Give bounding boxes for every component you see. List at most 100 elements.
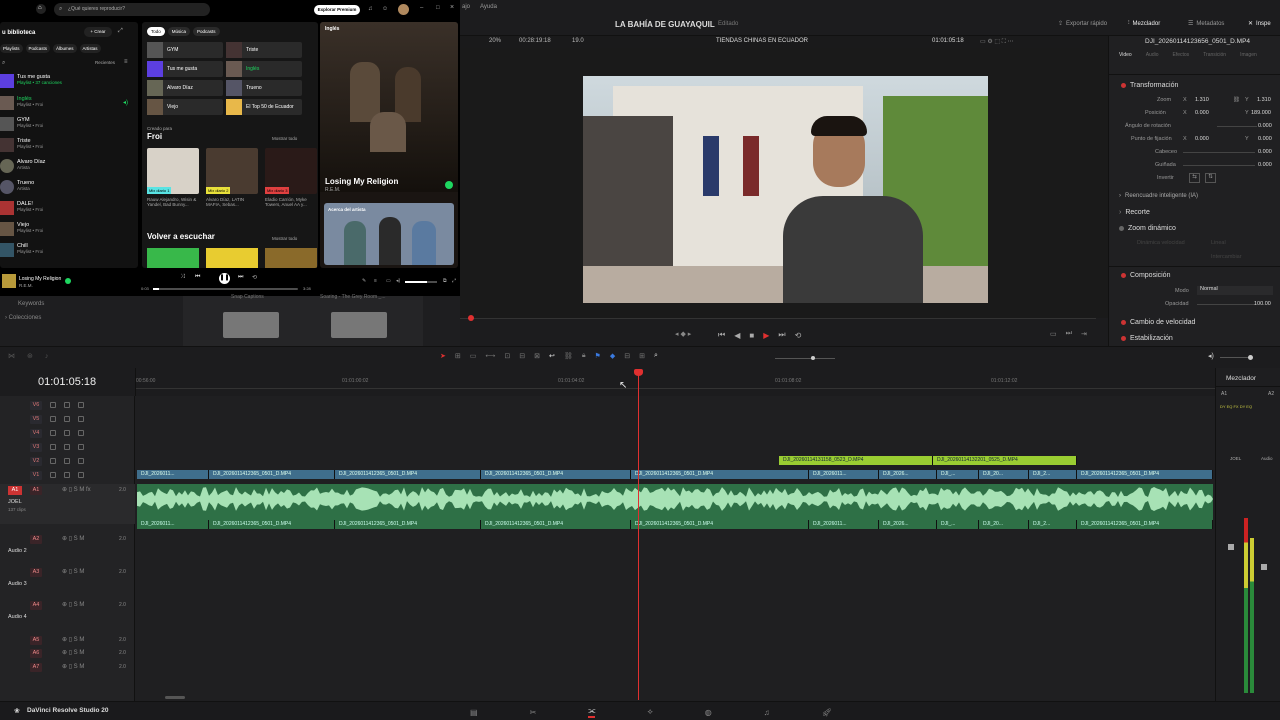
section-transform[interactable]: Transformación (1121, 82, 1178, 89)
eye-icon[interactable] (78, 472, 84, 478)
library-item-chill[interactable]: Chill Playlist • Froi (0, 243, 43, 257)
zoom-level[interactable]: 20% (489, 38, 501, 44)
page-fairlight-icon[interactable]: ♫ (764, 708, 770, 717)
player-artist[interactable]: R.E.M. (19, 283, 33, 288)
explore-premium-button[interactable]: Explorar Premium (314, 5, 360, 15)
timeline-clip-v1[interactable]: DJI_2026011412365_0501_D.MP4 (1077, 470, 1213, 479)
listen-again-card-2[interactable] (206, 248, 258, 268)
recents-sort[interactable]: Recientes (95, 60, 115, 65)
fullscreen-icon[interactable]: ⤢ (452, 278, 456, 284)
track-header-v3[interactable]: V3 (0, 441, 135, 455)
select-tool-icon[interactable]: ➤ (440, 352, 446, 360)
page-color-icon[interactable]: ◍ (705, 708, 712, 717)
audio-clip-a1[interactable] (137, 484, 1213, 520)
chip-podcasts[interactable]: Podcasts (25, 44, 51, 53)
enable-dot-icon[interactable] (1121, 83, 1126, 88)
miniplayer-icon[interactable]: ⧉ (443, 278, 447, 284)
tile-trueno[interactable]: Trueno (226, 80, 302, 96)
track-header-v6[interactable]: V6 (0, 399, 135, 413)
pitch-value[interactable]: 0.000 (1258, 149, 1272, 155)
speaker-icon[interactable]: ◂) (1208, 352, 1214, 360)
timeline-timecode[interactable]: 01:01:05:18 (38, 376, 96, 388)
track-controls-icon[interactable]: ⊕ ▯ S M (62, 568, 84, 575)
page-cut-icon[interactable]: ✂ (530, 708, 537, 717)
overwrite-icon[interactable]: ⊟ (519, 352, 525, 360)
audio-clip-label[interactable]: DJI_2026011... (137, 520, 209, 529)
section-composite[interactable]: Composición (1121, 272, 1170, 279)
audio-clip-label[interactable]: DJI_2026011412365_0501_D.MP4 (631, 520, 809, 529)
chip-albums[interactable]: Álbumes (53, 44, 77, 53)
dyn-ease-value[interactable]: Lineal (1211, 240, 1226, 246)
track-controls-icon[interactable]: ⊕ ▯ S M (62, 636, 84, 643)
lock-icon[interactable] (50, 430, 56, 436)
np-artist[interactable]: R.E.M. (325, 187, 340, 193)
go-to-end-icon[interactable]: ⏭ (778, 330, 785, 340)
source-patch-a1[interactable]: A1 (8, 486, 22, 495)
section-smart-reframe[interactable]: › Reencuadre inteligente (IA) (1119, 193, 1198, 199)
player-saved-icon[interactable] (65, 278, 71, 284)
about-artist-card[interactable]: Acerca del artista (324, 203, 454, 265)
next-clip-icon[interactable]: ⏭ (1066, 330, 1072, 338)
auto-select-icon[interactable] (64, 402, 70, 408)
replace-icon[interactable]: ⊠ (534, 352, 540, 360)
jog-icon[interactable]: ◂ ◆ ▸ (675, 330, 691, 338)
search-library-icon[interactable]: ⌕ (2, 60, 5, 67)
dynamic-trim-icon[interactable]: ⟷ (485, 352, 495, 360)
previous-icon[interactable]: ⏮ (195, 274, 200, 281)
track-header-a4[interactable]: A4 ⊕ ▯ S M 2.0 Audio 4 (0, 599, 135, 629)
create-button[interactable]: + Crear (84, 27, 112, 37)
timeline-playhead[interactable] (638, 370, 639, 700)
timeline-clip-v1[interactable]: DJI_20... (979, 470, 1029, 479)
audio-clip-label[interactable]: DJI_2026011... (809, 520, 879, 529)
next-icon[interactable]: ⏭ (238, 274, 243, 281)
playhead-handle[interactable] (634, 369, 643, 376)
fader-a2[interactable] (1261, 564, 1267, 570)
eye-icon[interactable] (78, 402, 84, 408)
section-speed-change[interactable]: Cambio de velocidad (1121, 319, 1195, 326)
timeline-clip-v2[interactable]: DJI_20260114131158_0523_D.MP4 (779, 456, 933, 465)
timeline-scrollbar[interactable] (165, 696, 185, 699)
video-frame[interactable] (583, 76, 988, 303)
enable-dot-icon[interactable] (1119, 226, 1124, 231)
tile-alvaro[interactable]: Alvaro Díaz (147, 80, 223, 96)
audio-clip-label[interactable]: DJI_... (937, 520, 979, 529)
expand-icon[interactable]: ⤢ (118, 28, 123, 35)
library-item-alvaro[interactable]: Alvaro Díaz Artista (0, 159, 45, 173)
lock-icon[interactable] (50, 416, 56, 422)
zoom-x-value[interactable]: 1.310 (1195, 97, 1209, 103)
track-header-a1[interactable]: A1 A1 ⊕ ▯ S M fx 2.0 JOEL 137 clips (0, 484, 135, 524)
lock-icon[interactable]: 🔒︎ (582, 352, 586, 360)
eye-icon[interactable] (78, 458, 84, 464)
dyn-swap-button[interactable]: Intercambiar (1211, 254, 1242, 260)
tab-effects[interactable]: Efectos (1173, 52, 1190, 58)
mic-icon[interactable]: ♪ (45, 353, 49, 360)
library-item-viejo[interactable]: Viejo Playlist • Froi (0, 222, 43, 236)
filter-all[interactable]: Todo (147, 27, 165, 36)
opacity-slider[interactable] (1197, 304, 1255, 305)
maximize-icon[interactable]: □ (436, 5, 440, 11)
queue-icon[interactable]: ≡ (374, 278, 377, 284)
timeline-clip-v1[interactable]: DJI_2026... (879, 470, 937, 479)
timeline-clip-v1[interactable]: DJI_2026011412365_0501_D.MP4 (481, 470, 631, 479)
audio-clip-label[interactable]: DJI_20... (979, 520, 1029, 529)
go-to-start-icon[interactable]: ⏮ (718, 330, 725, 340)
anchor-y-value[interactable]: 0.000 (1258, 136, 1272, 142)
mix-card-2[interactable]: Mix diario 2 Alvaro Díaz, LATIN MAFIA, Se… (206, 148, 258, 207)
listen-again-card-3[interactable] (265, 248, 317, 268)
chip-playlists[interactable]: Playlists (0, 44, 23, 53)
timeline-clip-v1[interactable]: DJI_2026011... (809, 470, 879, 479)
opacity-value[interactable]: 100.00 (1254, 301, 1271, 307)
pool-clip-thumb[interactable] (331, 312, 387, 338)
tile-liked[interactable]: Tus me gusta (147, 61, 223, 77)
pool-clip-thumb[interactable] (223, 312, 279, 338)
friends-icon[interactable]: ☺ (382, 6, 388, 12)
library-item-trueno[interactable]: Trueno Artista (0, 180, 34, 194)
yaw-slider[interactable] (1183, 165, 1255, 166)
lock-icon[interactable] (50, 402, 56, 408)
np-song-title[interactable]: Losing My Religion (325, 177, 398, 186)
inspector-button[interactable]: ✕ Inspe (1248, 20, 1271, 28)
auto-select-icon[interactable] (64, 458, 70, 464)
track-volume[interactable]: 2.0 (119, 664, 126, 670)
match-frame-icon[interactable]: ▭ (1050, 330, 1057, 338)
filter-music[interactable]: Música (167, 27, 191, 36)
